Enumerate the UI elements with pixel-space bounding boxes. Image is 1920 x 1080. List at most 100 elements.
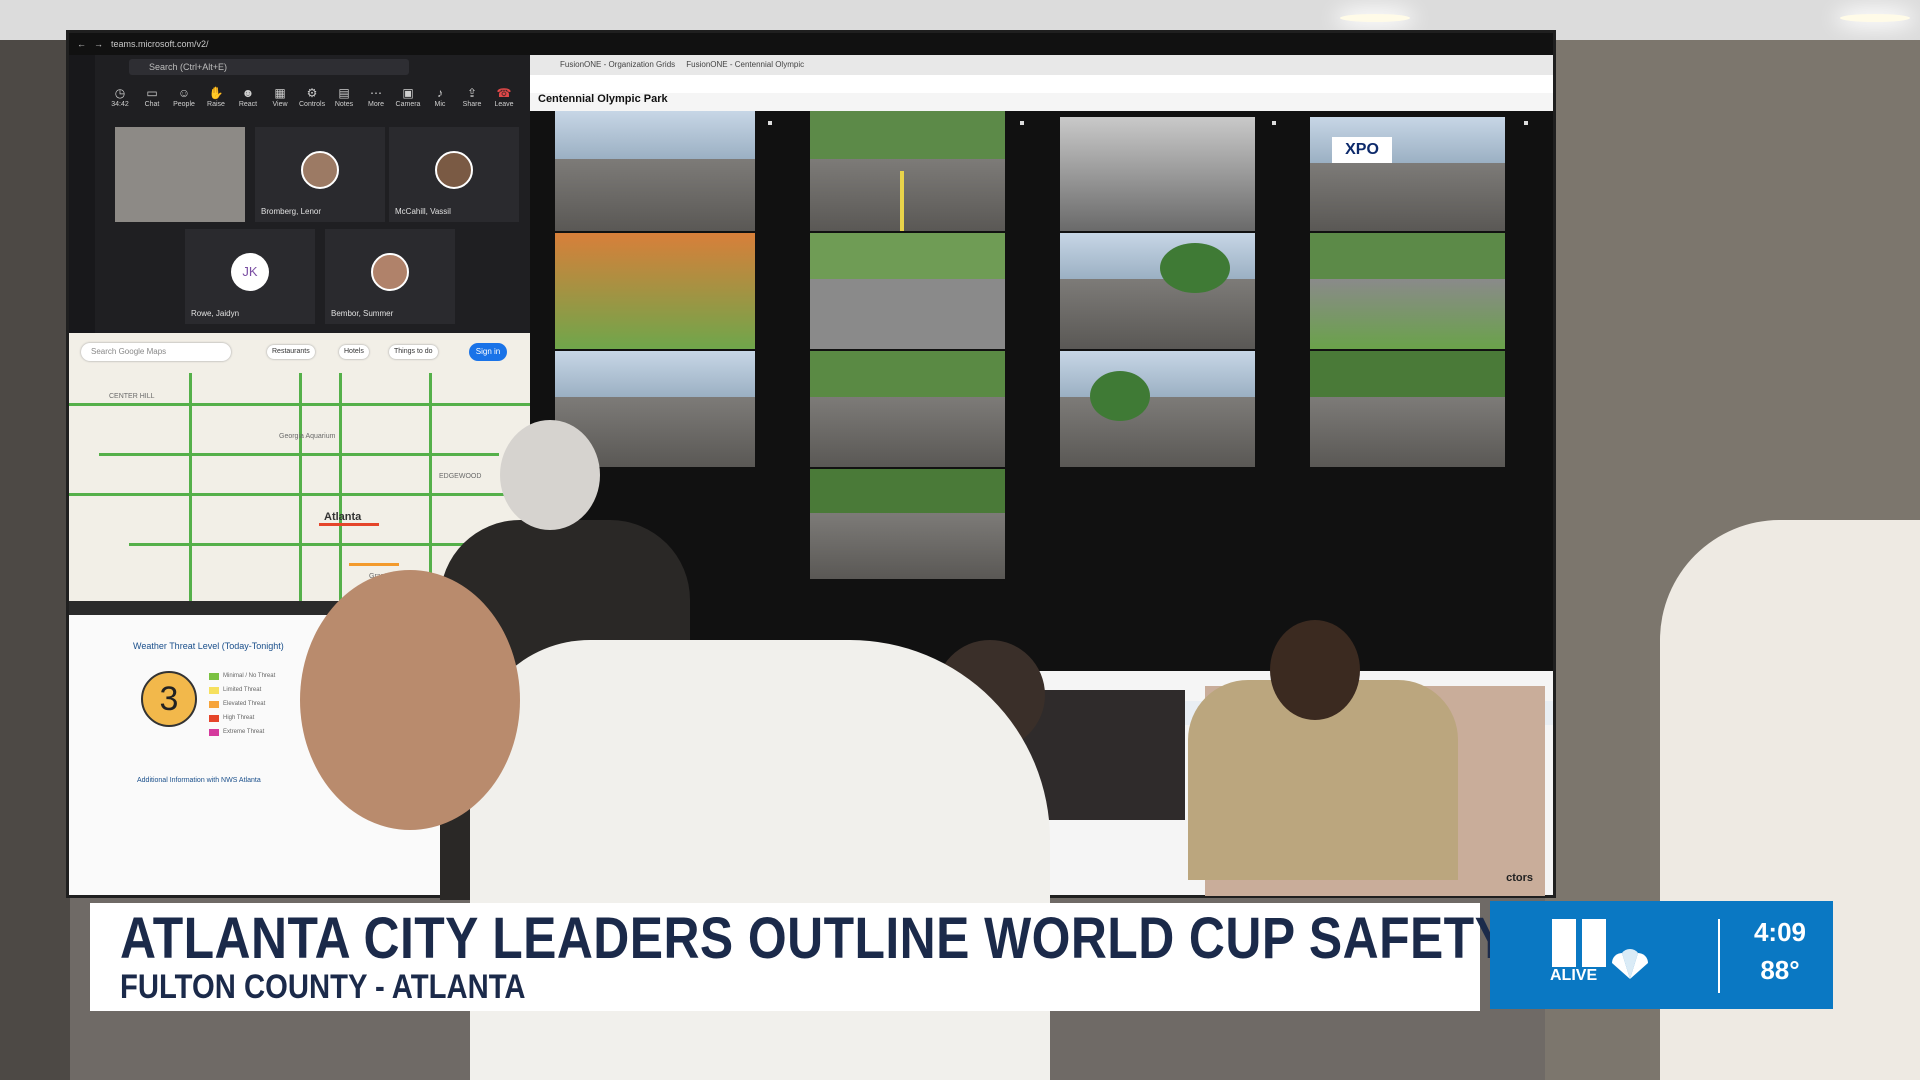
avatar-initials: JK bbox=[231, 253, 269, 291]
chat-icon: ▭ bbox=[146, 86, 158, 100]
key-swatch bbox=[209, 729, 219, 736]
notes-icon: ▤ bbox=[338, 86, 350, 100]
news-lower-third: ATLANTA CITY LEADERS OUTLINE WORLD CUP S… bbox=[90, 903, 1659, 1011]
browser-tab[interactable]: FusionONE - Organization Grids bbox=[560, 60, 675, 69]
key-swatch bbox=[209, 715, 219, 722]
share-icon: ⇪ bbox=[466, 86, 478, 100]
video-tile: Bembor, Summer bbox=[325, 229, 455, 324]
camera-grid-title: Centennial Olympic Park bbox=[538, 93, 668, 105]
call-timer: ◷ 34:42 bbox=[107, 85, 133, 119]
mic-icon: ♪ bbox=[437, 86, 443, 100]
camera-feed[interactable] bbox=[810, 233, 1005, 349]
weather-info-link[interactable]: Additional Information with NWS Atlanta bbox=[137, 777, 261, 784]
tool-more[interactable]: ⋯ More bbox=[363, 85, 389, 119]
tool-share[interactable]: ⇪ Share bbox=[459, 85, 485, 119]
hand-icon: ✋ bbox=[208, 86, 224, 100]
map-city-label: Atlanta bbox=[324, 511, 362, 523]
video-tile: McCahill, Vassil bbox=[389, 127, 519, 222]
video-tile: JK Rowe, Jaidyn bbox=[185, 229, 315, 324]
video-tile: Bromberg, Lenor bbox=[255, 127, 385, 222]
camera-icon: ▣ bbox=[402, 86, 414, 100]
teams-search-input[interactable]: Search (Ctrl+Alt+E) bbox=[129, 59, 409, 75]
camera-feed[interactable] bbox=[555, 233, 755, 349]
peacock-icon bbox=[1612, 949, 1648, 979]
ceiling-light bbox=[1340, 14, 1410, 22]
camera-feed[interactable] bbox=[810, 351, 1005, 467]
map-chip-things[interactable]: Things to do bbox=[389, 345, 438, 359]
browser-tabs: FusionONE - Organization Grids FusionONE… bbox=[530, 55, 1553, 75]
tool-people[interactable]: ☺ People bbox=[171, 85, 197, 119]
station-logo-icon bbox=[1552, 919, 1608, 967]
teams-window: ← → teams.microsoft.com/v2/ Search (Ctrl… bbox=[69, 33, 530, 333]
camera-feed[interactable] bbox=[810, 469, 1005, 579]
divider bbox=[1718, 919, 1720, 993]
location-line: FULTON COUNTY - ATLANTA bbox=[120, 968, 526, 1006]
key-swatch bbox=[209, 687, 219, 694]
drag-handle-icon[interactable] bbox=[1272, 121, 1276, 125]
camera-feed[interactable] bbox=[1060, 117, 1255, 231]
ceiling-light bbox=[1840, 14, 1910, 22]
person-foreground bbox=[470, 640, 1050, 1080]
truck-logo: XPO bbox=[1332, 137, 1392, 163]
tool-controls[interactable]: ⚙ Controls bbox=[299, 85, 325, 119]
tool-mic[interactable]: ♪ Mic bbox=[427, 85, 453, 119]
forward-icon[interactable]: → bbox=[94, 39, 103, 49]
road bbox=[189, 373, 192, 601]
drag-handle-icon[interactable] bbox=[1020, 121, 1024, 125]
weather-title: Weather Threat Level (Today-Tonight) bbox=[133, 641, 284, 651]
tool-react[interactable]: ☻ React bbox=[235, 85, 261, 119]
person-head bbox=[300, 570, 520, 830]
teams-titlebar: ← → teams.microsoft.com/v2/ bbox=[69, 33, 530, 55]
tool-leave[interactable]: ☎ Leave bbox=[491, 85, 517, 119]
avatar bbox=[371, 253, 409, 291]
station-logo-text: ALIVE bbox=[1550, 967, 1598, 984]
clock-icon: ◷ bbox=[114, 86, 126, 100]
road bbox=[429, 373, 432, 601]
address-bar[interactable] bbox=[530, 75, 1553, 93]
road bbox=[129, 543, 509, 546]
smile-icon: ☻ bbox=[241, 86, 255, 100]
congested-road bbox=[319, 523, 379, 526]
map-chip-hotels[interactable]: Hotels bbox=[339, 345, 369, 359]
key-swatch bbox=[209, 673, 219, 680]
tool-camera[interactable]: ▣ Camera bbox=[395, 85, 421, 119]
phone-icon: ☎ bbox=[496, 86, 512, 100]
avatar bbox=[435, 151, 473, 189]
headline: ATLANTA CITY LEADERS OUTLINE WORLD CUP S… bbox=[120, 906, 1660, 971]
camera-feed[interactable] bbox=[1310, 351, 1505, 467]
back-icon[interactable]: ← bbox=[77, 39, 86, 49]
threat-level-badge: 3 bbox=[141, 671, 197, 727]
tool-view[interactable]: ▦ View bbox=[267, 85, 293, 119]
more-icon: ⋯ bbox=[370, 86, 382, 100]
teams-call-toolbar: ◷ 34:42 ▭ Chat ☺ People ✋ Raise ☻ React ▦ View… bbox=[107, 85, 524, 119]
drag-handle-icon[interactable] bbox=[1524, 121, 1528, 125]
camera-feed[interactable]: XPO bbox=[1310, 117, 1505, 231]
people-icon: ☺ bbox=[177, 86, 191, 100]
camera-feed[interactable] bbox=[1060, 233, 1255, 349]
tool-chat[interactable]: ▭ Chat bbox=[139, 85, 165, 119]
teams-url[interactable]: teams.microsoft.com/v2/ bbox=[111, 39, 209, 49]
tool-raise[interactable]: ✋ Raise bbox=[203, 85, 229, 119]
camera-feed[interactable] bbox=[810, 111, 1005, 231]
person-head bbox=[1270, 620, 1360, 720]
left-wall bbox=[0, 40, 70, 1080]
road bbox=[299, 373, 302, 601]
camera-feed[interactable] bbox=[1310, 233, 1505, 349]
browser-tab[interactable]: FusionONE - Centennial Olympic bbox=[686, 60, 804, 69]
temperature: 88° bbox=[1760, 955, 1800, 985]
map-search-input[interactable]: Search Google Maps bbox=[81, 343, 231, 361]
camera-feed[interactable] bbox=[1060, 351, 1255, 467]
camera-feed[interactable] bbox=[555, 111, 755, 231]
map-sign-in-button[interactable]: Sign in bbox=[469, 343, 507, 361]
avatar bbox=[301, 151, 339, 189]
grid-icon: ▦ bbox=[274, 86, 286, 100]
video-tile-room bbox=[115, 127, 245, 222]
tool-notes[interactable]: ▤ Notes bbox=[331, 85, 357, 119]
person-head bbox=[500, 420, 600, 530]
station-bug: ALIVE 4:09 88° bbox=[1490, 901, 1833, 1009]
controls-icon: ⚙ bbox=[306, 86, 318, 100]
map-chip-restaurants[interactable]: Restaurants bbox=[267, 345, 315, 359]
teams-sidebar bbox=[69, 55, 95, 333]
drag-handle-icon[interactable] bbox=[768, 121, 772, 125]
clock: 4:09 bbox=[1753, 917, 1807, 947]
